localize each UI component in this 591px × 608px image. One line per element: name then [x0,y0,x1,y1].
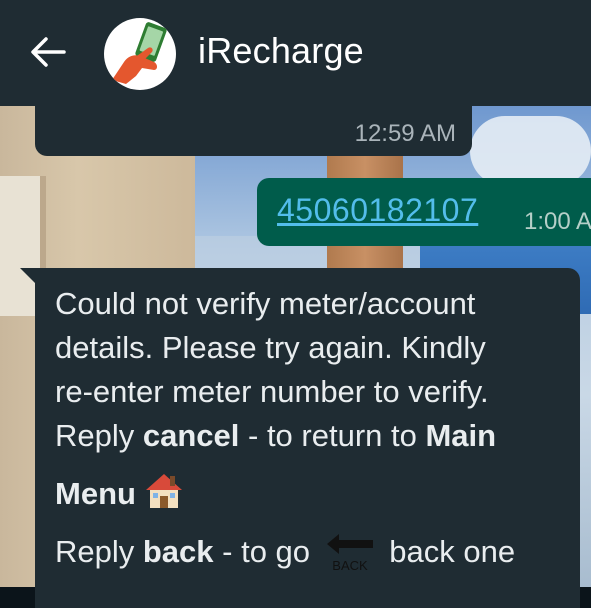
hand-phone-logo [112,22,167,84]
avatar[interactable] [104,18,176,90]
outgoing-message-bubble[interactable]: 45060182107 1:00 AM [257,178,591,246]
wallpaper-cloud [470,116,591,186]
chat-header: iRecharge [0,0,591,106]
main-keyword: Main [425,418,497,453]
meter-number-link[interactable]: 45060182107 [277,192,478,229]
incoming-message-bubble[interactable]: Could not verify meter/account details. … [35,268,580,608]
back-keyword: back [142,534,214,569]
message-line: Could not verify meter/account [55,286,476,321]
message-time: 1:00 AM [524,208,591,235]
house-icon [145,474,182,508]
chat-title[interactable]: iRecharge [198,30,364,72]
incoming-message-bubble[interactable]: 12:59 AM [35,106,472,156]
message-line: Reply cancel - to return to Main [55,418,497,453]
svg-text:BACK: BACK [332,558,368,573]
message-text: Could not verify meter/account details. … [55,282,575,574]
cancel-keyword: cancel [142,418,240,453]
message-line: re-enter meter number to verify. [55,374,489,409]
bubble-tail [20,268,36,284]
back-arrow-icon: BACK [326,534,373,573]
message-time: 12:59 AM [354,120,456,147]
message-line: Menu [55,468,575,516]
arrow-left-icon[interactable] [30,36,66,68]
message-line: Reply back - to go BACK back one [55,530,575,574]
message-line: details. Please try again. Kindly [55,330,486,365]
menu-keyword: Menu [55,476,136,511]
